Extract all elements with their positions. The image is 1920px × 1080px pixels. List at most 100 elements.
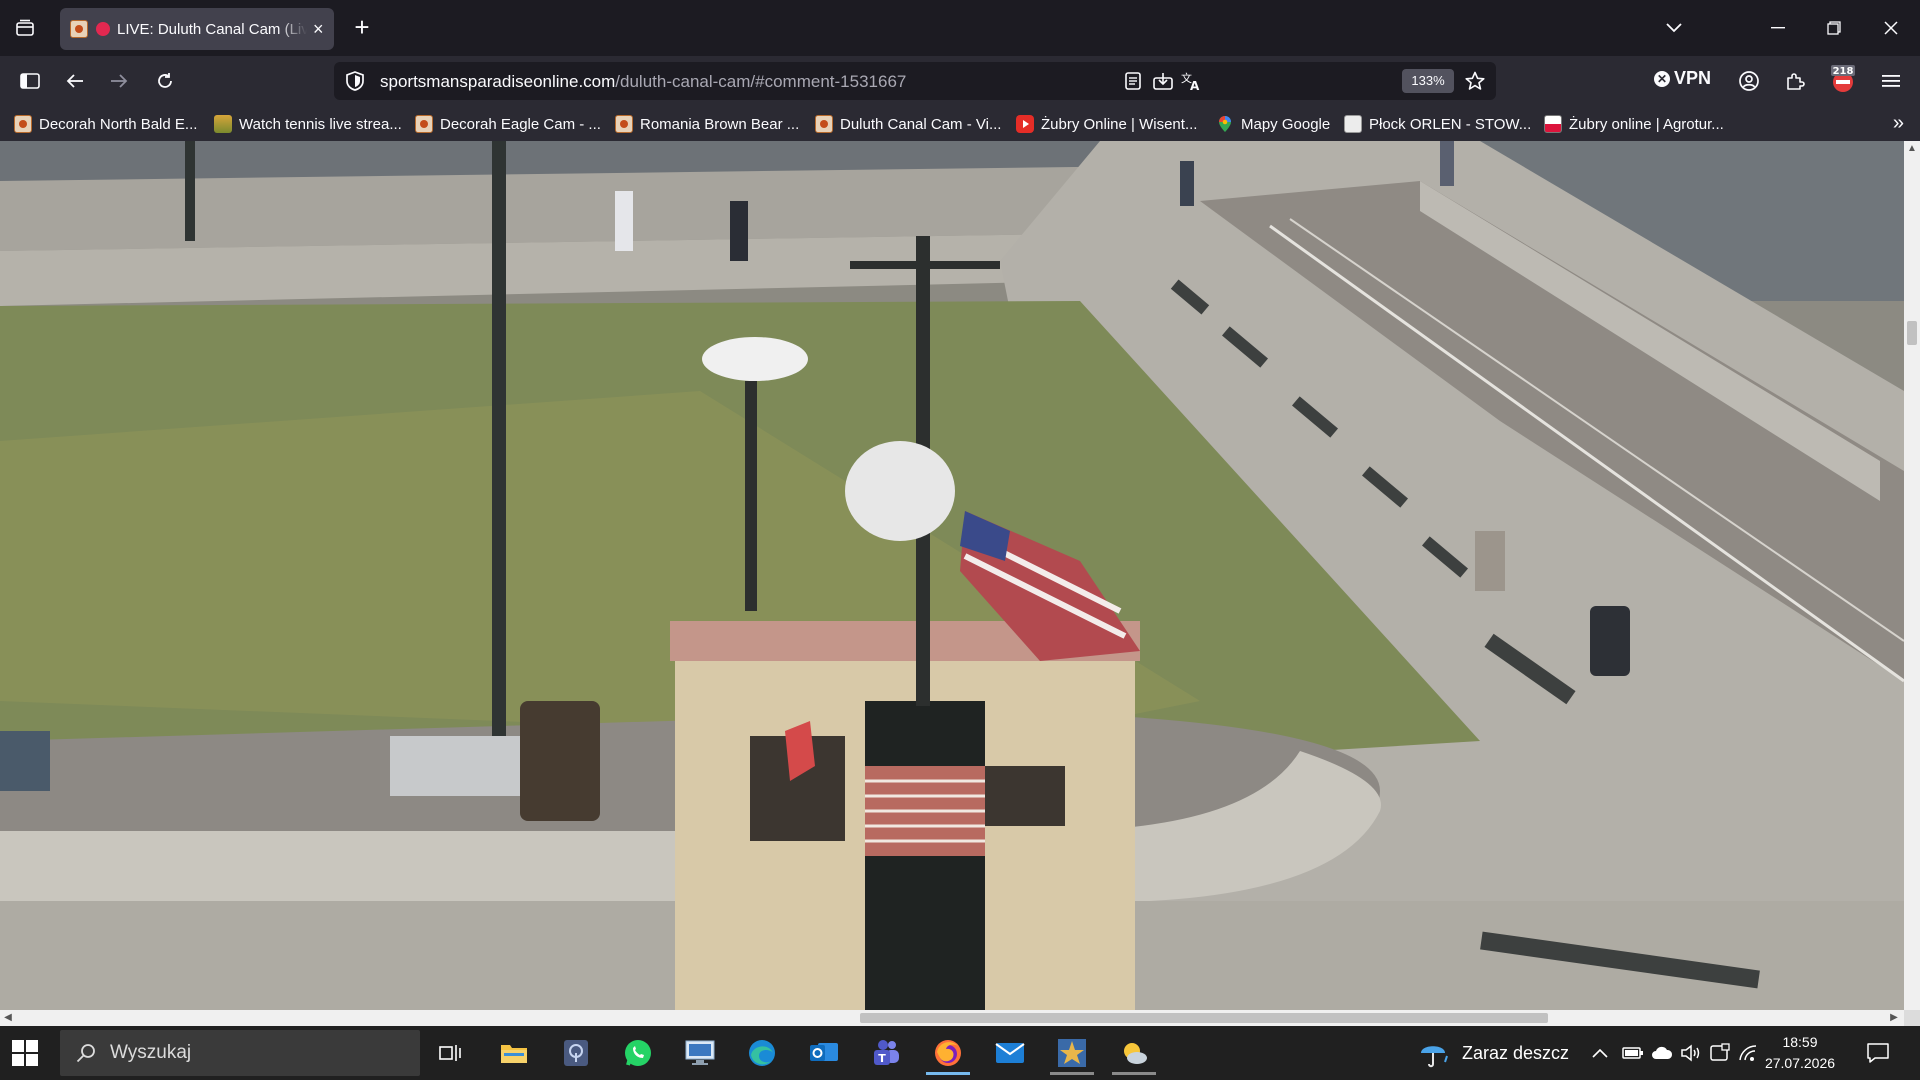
weather-widget[interactable]: Zaraz deszcz xyxy=(1418,1026,1569,1080)
weather-app-icon[interactable] xyxy=(1108,1031,1160,1075)
url-text[interactable]: sportsmansparadiseonline.com/duluth-cana… xyxy=(380,72,906,92)
bookmark-plock-orlen[interactable]: Płock ORLEN - STOW... xyxy=(1344,112,1531,136)
bookmark-label: Mapy Google xyxy=(1241,115,1331,133)
scroll-left-arrow-icon[interactable]: ◀ xyxy=(0,1010,16,1026)
tracking-protection-shield-icon[interactable] xyxy=(344,70,366,92)
bookmark-label: Watch tennis live strea... xyxy=(239,115,402,133)
horizontal-scrollbar[interactable]: ◀ ▶ xyxy=(0,1010,1904,1026)
navigation-toolbar: sportsmansparadiseonline.com/duluth-cana… xyxy=(0,56,1920,106)
new-tab-button[interactable]: + xyxy=(348,12,376,44)
back-arrow-icon[interactable] xyxy=(60,66,90,96)
bookmark-romania-bear[interactable]: Romania Brown Bear ... xyxy=(615,112,799,136)
show-hidden-icons-chevron-icon[interactable] xyxy=(1592,1026,1608,1080)
youtube-favicon-icon xyxy=(1016,115,1034,133)
svg-text:A: A xyxy=(1190,79,1200,91)
bookmark-label: Płock ORLEN - STOW... xyxy=(1369,115,1532,133)
notification-center-icon[interactable] xyxy=(1866,1041,1890,1065)
vpn-off-icon: ✕ xyxy=(1654,70,1670,87)
eagle-cam-favicon-icon xyxy=(615,115,633,133)
tab-title: LIVE: Duluth Canal Cam (Live xyxy=(117,20,307,38)
bookmark-label: Duluth Canal Cam - Vi... xyxy=(840,115,1002,133)
account-icon[interactable] xyxy=(1734,66,1764,96)
tab-overflow-chevron-icon[interactable] xyxy=(1658,12,1690,44)
bookmark-decorah-eagle[interactable]: Decorah Eagle Cam - ... xyxy=(415,112,601,136)
outlook-icon[interactable] xyxy=(798,1031,850,1075)
bookmark-label: Żubry Online | Wisent... xyxy=(1041,115,1198,133)
vpn-label: VPN xyxy=(1674,68,1712,88)
vertical-scroll-thumb[interactable] xyxy=(1907,321,1917,345)
teams-icon[interactable]: T xyxy=(860,1031,912,1075)
remote-desktop-icon[interactable] xyxy=(674,1031,726,1075)
adblock-extension-icon[interactable]: 218 xyxy=(1830,62,1856,96)
restore-window-icon[interactable] xyxy=(1818,12,1850,44)
wifi-icon[interactable] xyxy=(1738,1026,1758,1080)
vpn-button[interactable]: ✕ VPN xyxy=(1654,68,1711,89)
more-bookmarks-chevron-icon[interactable]: » xyxy=(1893,112,1904,135)
site-favicon-icon xyxy=(70,20,88,38)
address-bar[interactable]: sportsmansparadiseonline.com/duluth-cana… xyxy=(334,62,1496,100)
input-indicator-icon[interactable] xyxy=(1710,1026,1730,1080)
windows-taskbar: Wyszukaj T Zaraz deszcz 18:59 27.07.2026 xyxy=(0,1026,1920,1080)
orlen-favicon-icon xyxy=(1344,115,1362,133)
firefox-icon[interactable] xyxy=(922,1031,974,1075)
bookmark-label: Żubry online | Agrotur... xyxy=(1569,115,1724,133)
horizontal-scroll-thumb[interactable] xyxy=(860,1013,1548,1023)
task-view-icon[interactable] xyxy=(424,1031,476,1075)
edge-browser-icon[interactable] xyxy=(736,1031,788,1075)
photo-app-icon[interactable] xyxy=(1046,1031,1098,1075)
whatsapp-icon[interactable] xyxy=(612,1031,664,1075)
security-app-icon[interactable] xyxy=(550,1031,602,1075)
taskbar-search-box[interactable]: Wyszukaj xyxy=(60,1030,420,1076)
list-all-tabs-icon[interactable] xyxy=(10,14,40,42)
bookmark-label: Decorah Eagle Cam - ... xyxy=(440,115,601,133)
vertical-scrollbar[interactable]: ▲ xyxy=(1904,141,1920,1026)
tab-strip: LIVE: Duluth Canal Cam (Live × + xyxy=(0,0,1920,56)
bookmark-star-icon[interactable] xyxy=(1464,70,1486,92)
close-tab-icon[interactable]: × xyxy=(313,19,324,40)
zoom-level-badge[interactable]: 133% xyxy=(1402,69,1454,93)
eagle-cam-favicon-icon xyxy=(815,115,833,133)
canal-park-camera-image xyxy=(0,141,1904,1010)
url-host: sportsmansparadiseonline.com xyxy=(380,72,616,91)
volume-speaker-icon[interactable] xyxy=(1680,1026,1702,1080)
extension-badge-count: 218 xyxy=(1833,66,1854,77)
bookmark-label: Romania Brown Bear ... xyxy=(640,115,800,133)
forward-arrow-icon[interactable] xyxy=(104,66,134,96)
live-camera-video[interactable] xyxy=(0,141,1904,1010)
windows-start-icon[interactable] xyxy=(12,1040,38,1066)
translate-icon[interactable]: 文A xyxy=(1180,70,1202,92)
scroll-right-arrow-icon[interactable]: ▶ xyxy=(1886,1010,1902,1026)
rain-umbrella-icon xyxy=(1421,1046,1448,1068)
battery-icon[interactable] xyxy=(1622,1026,1644,1080)
eagle-cam-favicon-icon xyxy=(14,115,32,133)
bookmarks-toolbar: Decorah North Bald E... Watch tennis liv… xyxy=(0,106,1920,141)
system-clock[interactable]: 18:59 27.07.2026 xyxy=(1760,1032,1840,1074)
bookmark-mapy-google[interactable]: Mapy Google xyxy=(1216,112,1330,136)
scroll-up-arrow-icon[interactable]: ▲ xyxy=(1904,141,1920,157)
mail-app-icon[interactable] xyxy=(984,1031,1036,1075)
bookmark-zubry-wisent[interactable]: Żubry Online | Wisent... xyxy=(1016,112,1197,136)
sidebar-toggle-icon[interactable] xyxy=(15,66,45,96)
clock-time: 18:59 xyxy=(1782,1034,1818,1050)
tennis-favicon-icon xyxy=(214,115,232,133)
file-explorer-icon[interactable] xyxy=(488,1031,540,1075)
bookmark-tennis[interactable]: Watch tennis live strea... xyxy=(214,112,402,136)
bookmark-zubry-agrotur[interactable]: Żubry online | Agrotur... xyxy=(1544,112,1724,136)
reload-icon[interactable] xyxy=(150,66,180,96)
minimize-window-icon[interactable] xyxy=(1762,12,1794,44)
onedrive-cloud-icon[interactable] xyxy=(1651,1026,1673,1080)
bookmark-label: Decorah North Bald E... xyxy=(39,115,198,133)
reader-view-icon[interactable] xyxy=(1122,70,1144,92)
app-menu-hamburger-icon[interactable] xyxy=(1876,66,1906,96)
active-tab[interactable]: LIVE: Duluth Canal Cam (Live × xyxy=(60,8,334,50)
extensions-puzzle-icon[interactable] xyxy=(1780,66,1810,96)
search-icon xyxy=(76,1044,95,1063)
google-maps-pin-icon xyxy=(1216,115,1234,133)
recording-dot-icon xyxy=(96,22,110,36)
clock-date: 27.07.2026 xyxy=(1764,1055,1836,1071)
bookmark-decorah-north[interactable]: Decorah North Bald E... xyxy=(14,112,197,136)
bookmark-duluth-canal[interactable]: Duluth Canal Cam - Vi... xyxy=(815,112,1001,136)
save-to-pocket-icon[interactable] xyxy=(1152,70,1174,92)
weather-forecast-text: Zaraz deszcz xyxy=(1462,1042,1570,1063)
close-window-icon[interactable] xyxy=(1875,12,1907,44)
